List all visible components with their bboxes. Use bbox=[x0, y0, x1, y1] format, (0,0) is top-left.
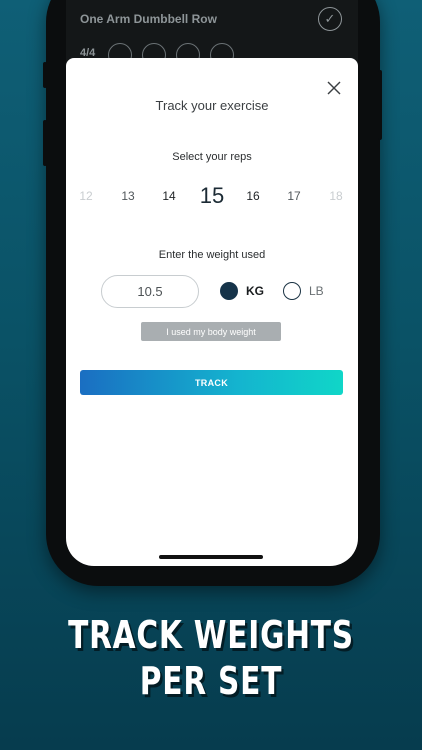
weight-input[interactable] bbox=[101, 275, 199, 308]
unit-option-lb[interactable]: LB bbox=[283, 281, 324, 301]
reps-picker[interactable]: 12 13 14 15 16 17 18 bbox=[66, 179, 358, 213]
rep-option[interactable]: 17 bbox=[287, 179, 300, 213]
bodyweight-button[interactable]: I used my body weight bbox=[141, 322, 281, 341]
exercise-title: One Arm Dumbbell Row bbox=[80, 12, 217, 26]
track-exercise-sheet: Track your exercise Select your reps 12 1… bbox=[66, 58, 358, 566]
check-icon: ✓ bbox=[318, 7, 342, 31]
rep-option-selected[interactable]: 15 bbox=[200, 179, 224, 213]
headline-line-1: TRACK WEIGHTS bbox=[68, 613, 354, 657]
home-indicator bbox=[159, 555, 263, 559]
radio-lb[interactable] bbox=[283, 282, 301, 300]
weight-label: Enter the weight used bbox=[158, 249, 266, 261]
radio-kg[interactable] bbox=[220, 282, 238, 300]
headline: TRACK WEIGHTS PER SET bbox=[46, 612, 375, 704]
rep-option[interactable]: 18 bbox=[329, 179, 342, 213]
rep-option[interactable]: 16 bbox=[246, 179, 259, 213]
rep-option[interactable]: 12 bbox=[79, 179, 92, 213]
headline-line-2: PER SET bbox=[139, 659, 283, 703]
unit-label-lb: LB bbox=[309, 284, 324, 298]
phone-volume-button bbox=[43, 120, 47, 166]
close-icon[interactable] bbox=[326, 80, 342, 96]
rep-option[interactable]: 14 bbox=[162, 179, 175, 213]
phone-side-button bbox=[43, 62, 47, 88]
rep-option[interactable]: 13 bbox=[121, 179, 134, 213]
track-button[interactable]: TRACK bbox=[80, 370, 343, 395]
unit-label-kg: KG bbox=[246, 284, 264, 298]
sheet-title: Track your exercise bbox=[155, 98, 269, 113]
phone-power-button bbox=[378, 70, 382, 140]
reps-label: Select your reps bbox=[172, 151, 252, 163]
unit-option-kg[interactable]: KG bbox=[220, 281, 264, 301]
